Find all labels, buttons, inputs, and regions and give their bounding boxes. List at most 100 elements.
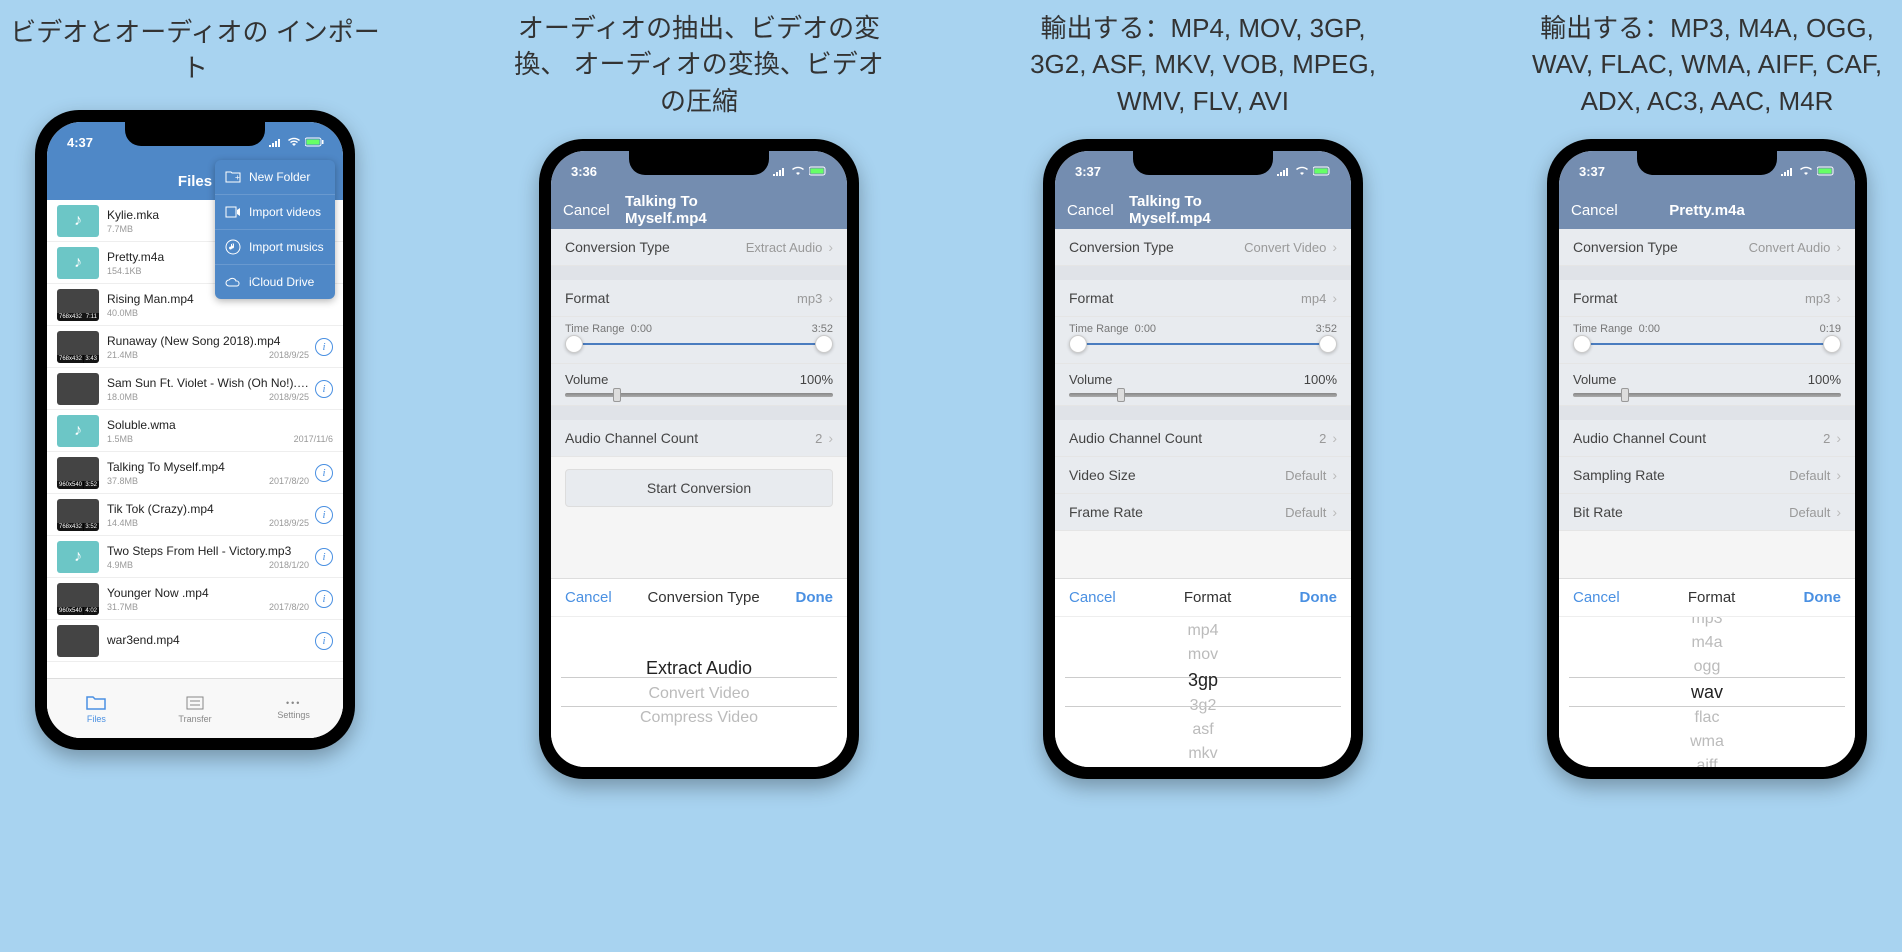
slider-thumb[interactable] xyxy=(1319,335,1337,353)
info-icon[interactable]: i xyxy=(315,632,333,650)
phone-frame: 3:36 Cancel Talking To Myself.mp4 Conver… xyxy=(539,139,859,779)
info-icon[interactable]: i xyxy=(315,548,333,566)
range-slider[interactable] xyxy=(1075,343,1331,345)
file-row[interactable]: 768x4323:52Tik Tok (Crazy).mp414.4MB2018… xyxy=(47,494,343,536)
time-range-row[interactable]: Time Range 0:000:19 xyxy=(1559,317,1855,364)
notch xyxy=(1637,151,1777,175)
time-range-row[interactable]: Time Range 0:003:52 xyxy=(551,317,847,364)
tab-transfer[interactable]: Transfer xyxy=(146,679,245,738)
info-icon[interactable]: i xyxy=(315,506,333,524)
info-icon[interactable]: i xyxy=(315,380,333,398)
picker-option[interactable]: m4a xyxy=(1691,631,1722,655)
tab-files[interactable]: Files xyxy=(47,679,146,738)
status-time: 3:37 xyxy=(1075,164,1101,179)
picker-wheel[interactable]: mp3m4aoggwavflacwmaaiff xyxy=(1559,617,1855,767)
file-row[interactable]: Sam Sun Ft. Violet - Wish (Oh No!).mp418… xyxy=(47,368,343,410)
channel-row[interactable]: Audio Channel Count2› xyxy=(1055,420,1351,457)
volume-row[interactable]: Volume100% xyxy=(1559,364,1855,406)
start-conversion-button[interactable]: Start Conversion xyxy=(565,469,833,507)
folder-plus-icon: + xyxy=(225,169,241,185)
tab-settings[interactable]: •••Settings xyxy=(244,679,343,738)
cancel-button[interactable]: Cancel xyxy=(1571,202,1618,219)
row-value: mp3 xyxy=(797,291,822,306)
picker-option[interactable]: mp4 xyxy=(1187,619,1218,643)
picker-option[interactable]: mp3 xyxy=(1691,617,1722,631)
picker-done-button[interactable]: Done xyxy=(796,589,834,606)
cancel-button[interactable]: Cancel xyxy=(563,202,610,219)
picker-done-button[interactable]: Done xyxy=(1300,589,1338,606)
picker-option[interactable]: flac xyxy=(1695,706,1720,730)
slider-thumb[interactable] xyxy=(1573,335,1591,353)
cancel-button[interactable]: Cancel xyxy=(1067,202,1114,219)
picker-option[interactable]: 3gp xyxy=(1188,667,1218,694)
slider-thumb[interactable] xyxy=(1823,335,1841,353)
nav-title: Talking To Myself.mp4 xyxy=(625,193,773,227)
svg-text:+: + xyxy=(235,173,240,182)
volume-slider[interactable] xyxy=(565,393,833,397)
popup-import-videos[interactable]: Import videos xyxy=(215,195,335,230)
channel-row[interactable]: Audio Channel Count2› xyxy=(1559,420,1855,457)
row-label: Audio Channel Count xyxy=(565,430,698,446)
channel-row[interactable]: Audio Channel Count2› xyxy=(551,420,847,457)
range-slider[interactable] xyxy=(1579,343,1835,345)
popup-new-folder[interactable]: +New Folder xyxy=(215,160,335,195)
info-icon[interactable]: i xyxy=(315,590,333,608)
file-row[interactable]: war3end.mp4i xyxy=(47,620,343,662)
slider-thumb[interactable] xyxy=(1117,388,1125,402)
file-size: 37.8MB xyxy=(107,476,138,486)
picker-option[interactable]: wma xyxy=(1690,730,1724,754)
file-row[interactable]: 960x5403:52Talking To Myself.mp437.8MB20… xyxy=(47,452,343,494)
slider-thumb[interactable] xyxy=(565,335,583,353)
video-size-row[interactable]: Video SizeDefault› xyxy=(1055,457,1351,494)
popup-icloud[interactable]: iCloud Drive xyxy=(215,265,335,299)
file-row[interactable]: ♪Soluble.wma1.5MB2017/11/6 xyxy=(47,410,343,452)
slider-thumb[interactable] xyxy=(1621,388,1629,402)
file-date: 2017/11/6 xyxy=(294,434,333,444)
picker-cancel-button[interactable]: Cancel xyxy=(565,589,612,606)
conversion-type-row[interactable]: Conversion TypeConvert Audio› xyxy=(1559,229,1855,266)
info-icon[interactable]: i xyxy=(315,338,333,356)
frame-rate-row[interactable]: Frame RateDefault› xyxy=(1055,494,1351,531)
picker-option[interactable]: asf xyxy=(1192,718,1213,742)
slider-thumb[interactable] xyxy=(613,388,621,402)
slider-thumb[interactable] xyxy=(1069,335,1087,353)
row-label: Audio Channel Count xyxy=(1573,430,1706,446)
time-start: 0:00 xyxy=(1639,323,1660,335)
popup-import-musics[interactable]: Import musics xyxy=(215,230,335,265)
picker-done-button[interactable]: Done xyxy=(1804,589,1842,606)
picker-option[interactable]: wav xyxy=(1691,679,1723,706)
bit-rate-row[interactable]: Bit RateDefault› xyxy=(1559,494,1855,531)
file-date: 2018/9/25 xyxy=(269,392,309,402)
status-signals-icon xyxy=(269,137,325,147)
picker-cancel-button[interactable]: Cancel xyxy=(1069,589,1116,606)
row-label: Conversion Type xyxy=(565,239,670,255)
volume-row[interactable]: Volume100% xyxy=(1055,364,1351,406)
volume-slider[interactable] xyxy=(1573,393,1841,397)
picker-wheel[interactable]: mp4mov3gp3g2asfmkv xyxy=(1055,617,1351,767)
status-time: 3:36 xyxy=(571,164,597,179)
picker-option[interactable]: ogg xyxy=(1694,655,1721,679)
time-range-row[interactable]: Time Range 0:003:52 xyxy=(1055,317,1351,364)
picker-option[interactable]: mkv xyxy=(1188,742,1217,766)
file-size: 1.5MB xyxy=(107,434,133,444)
file-row[interactable]: 960x5404:02Younger Now .mp431.7MB2017/8/… xyxy=(47,578,343,620)
volume-slider[interactable] xyxy=(1069,393,1337,397)
info-icon[interactable]: i xyxy=(315,464,333,482)
picker-cancel-button[interactable]: Cancel xyxy=(1573,589,1620,606)
format-row[interactable]: Formatmp3› xyxy=(551,280,847,317)
slider-thumb[interactable] xyxy=(815,335,833,353)
picker-option[interactable]: mov xyxy=(1188,643,1218,667)
file-row[interactable]: ♪Two Steps From Hell - Victory.mp34.9MB2… xyxy=(47,536,343,578)
volume-row[interactable]: Volume100% xyxy=(551,364,847,406)
file-row[interactable]: 768x4323:43Runaway (New Song 2018).mp421… xyxy=(47,326,343,368)
picker-wheel[interactable]: Extract AudioConvert VideoCompress Video xyxy=(551,617,847,767)
format-row[interactable]: Formatmp4› xyxy=(1055,280,1351,317)
range-slider[interactable] xyxy=(571,343,827,345)
picker-option[interactable]: aiff xyxy=(1696,754,1717,768)
conversion-type-row[interactable]: Conversion TypeExtract Audio› xyxy=(551,229,847,266)
sampling-rate-row[interactable]: Sampling RateDefault› xyxy=(1559,457,1855,494)
picker-option[interactable]: Compress Video xyxy=(640,706,758,730)
conversion-type-row[interactable]: Conversion TypeConvert Video› xyxy=(1055,229,1351,266)
picker-option[interactable]: Extract Audio xyxy=(646,655,752,682)
format-row[interactable]: Formatmp3› xyxy=(1559,280,1855,317)
